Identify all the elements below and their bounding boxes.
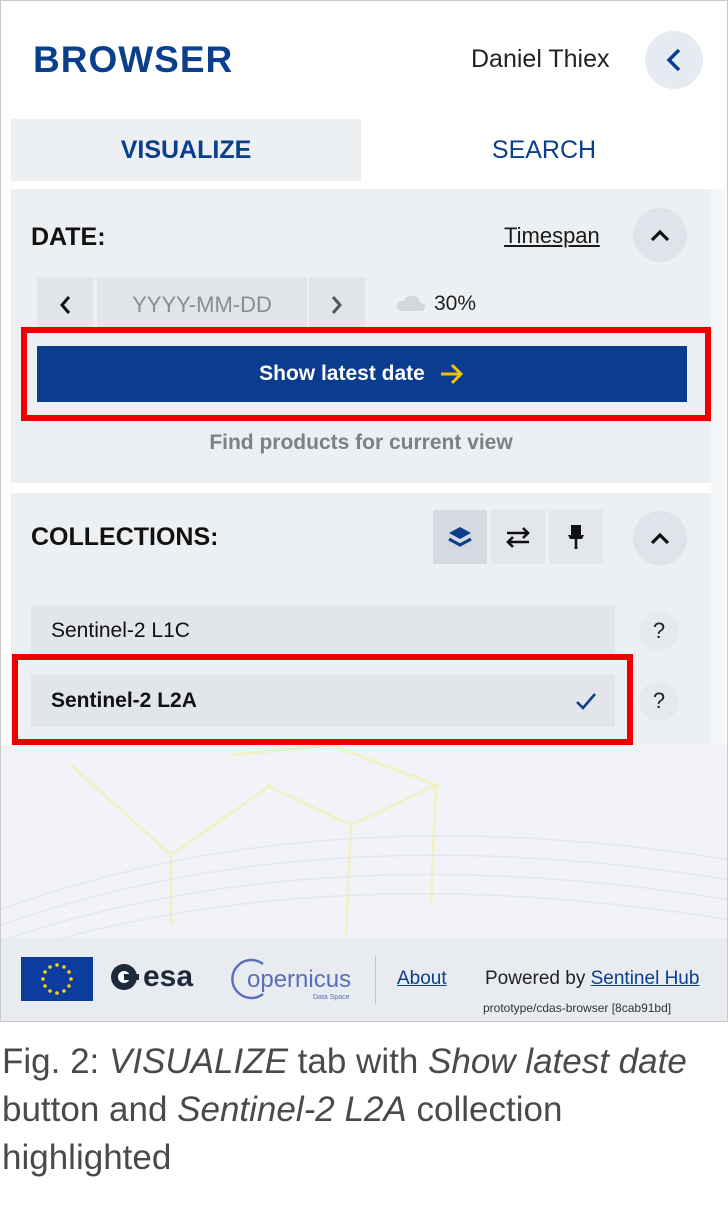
timespan-link[interactable]: Timespan (504, 223, 600, 249)
tab-bar: VISUALIZE SEARCH (11, 119, 727, 181)
caption-italic-visualize: VISUALIZE (108, 1042, 288, 1081)
cloud-icon (396, 295, 426, 311)
collections-title: COLLECTIONS: (31, 523, 219, 551)
swap-icon (506, 527, 530, 548)
copernicus-sublabel: Data Space (313, 994, 350, 1001)
copernicus-logo: opernicus Data Space (229, 952, 353, 1008)
chevron-left-icon (666, 48, 681, 72)
esa-mark-icon (111, 964, 139, 990)
chevron-up-icon (650, 532, 670, 545)
about-link[interactable]: About (397, 968, 447, 990)
next-date-button[interactable] (309, 277, 365, 333)
layers-icon (448, 527, 472, 547)
help-button-l2a[interactable]: ? (639, 681, 679, 721)
caption-text-1: tab with (287, 1042, 429, 1081)
cloud-coverage-value[interactable]: 30% (434, 292, 476, 316)
decorative-cube-graphic (1, 745, 727, 938)
collections-collapse-button[interactable] (633, 511, 687, 565)
date-title: DATE: (31, 223, 106, 251)
highlight-sentinel-2-l2a (12, 654, 633, 745)
collapse-button[interactable] (645, 31, 703, 89)
caption-italic-show-latest: Show latest date (428, 1042, 687, 1081)
tab-search[interactable]: SEARCH (361, 119, 727, 181)
map-background (1, 745, 727, 938)
caption-prefix: Fig. 2: (2, 1042, 109, 1081)
date-collapse-button[interactable] (633, 208, 687, 262)
user-name[interactable]: Daniel Thiex (471, 45, 610, 74)
date-input[interactable]: YYYY-MM-DD (97, 277, 307, 333)
powered-by-prefix: Powered by (485, 968, 591, 989)
copernicus-label: opernicus (247, 966, 352, 993)
app-window: BROWSER Daniel Thiex VISUALIZE SEARCH DA… (0, 0, 728, 1022)
figure-caption: Fig. 2: VISUALIZE tab with Show latest d… (2, 1038, 726, 1182)
powered-by-text: Powered by Sentinel Hub (485, 968, 699, 990)
pin-button[interactable] (549, 510, 603, 564)
collection-item-l1c[interactable]: Sentinel-2 L1C (31, 605, 615, 657)
footer-divider (375, 956, 376, 1004)
caption-italic-l2a: Sentinel-2 L2A (177, 1090, 407, 1129)
help-button-l1c[interactable]: ? (639, 611, 679, 651)
footer: esa opernicus Data Space About Powered b… (1, 938, 727, 1021)
sentinel-hub-link[interactable]: Sentinel Hub (591, 968, 700, 989)
chevron-left-icon (60, 296, 71, 314)
collection-label: Sentinel-2 L1C (51, 619, 190, 642)
esa-label: esa (143, 960, 194, 993)
version-label: prototype/cdas-browser [8cab91bd] (483, 1001, 672, 1015)
pin-icon (568, 525, 584, 549)
previous-date-button[interactable] (37, 277, 93, 333)
highlight-show-latest-date (21, 327, 711, 421)
eu-flag-logo (21, 957, 93, 1001)
caption-text-2: button and (2, 1090, 178, 1129)
layers-button[interactable] (433, 510, 487, 564)
header: BROWSER Daniel Thiex (1, 1, 727, 111)
app-title: BROWSER (33, 39, 234, 80)
find-products-link[interactable]: Find products for current view (11, 431, 711, 455)
scrollbar[interactable] (711, 189, 725, 745)
chevron-up-icon (650, 229, 670, 242)
tab-visualize[interactable]: VISUALIZE (11, 119, 361, 181)
chevron-right-icon (331, 296, 342, 314)
esa-logo: esa (109, 960, 193, 994)
compare-button[interactable] (491, 510, 545, 564)
